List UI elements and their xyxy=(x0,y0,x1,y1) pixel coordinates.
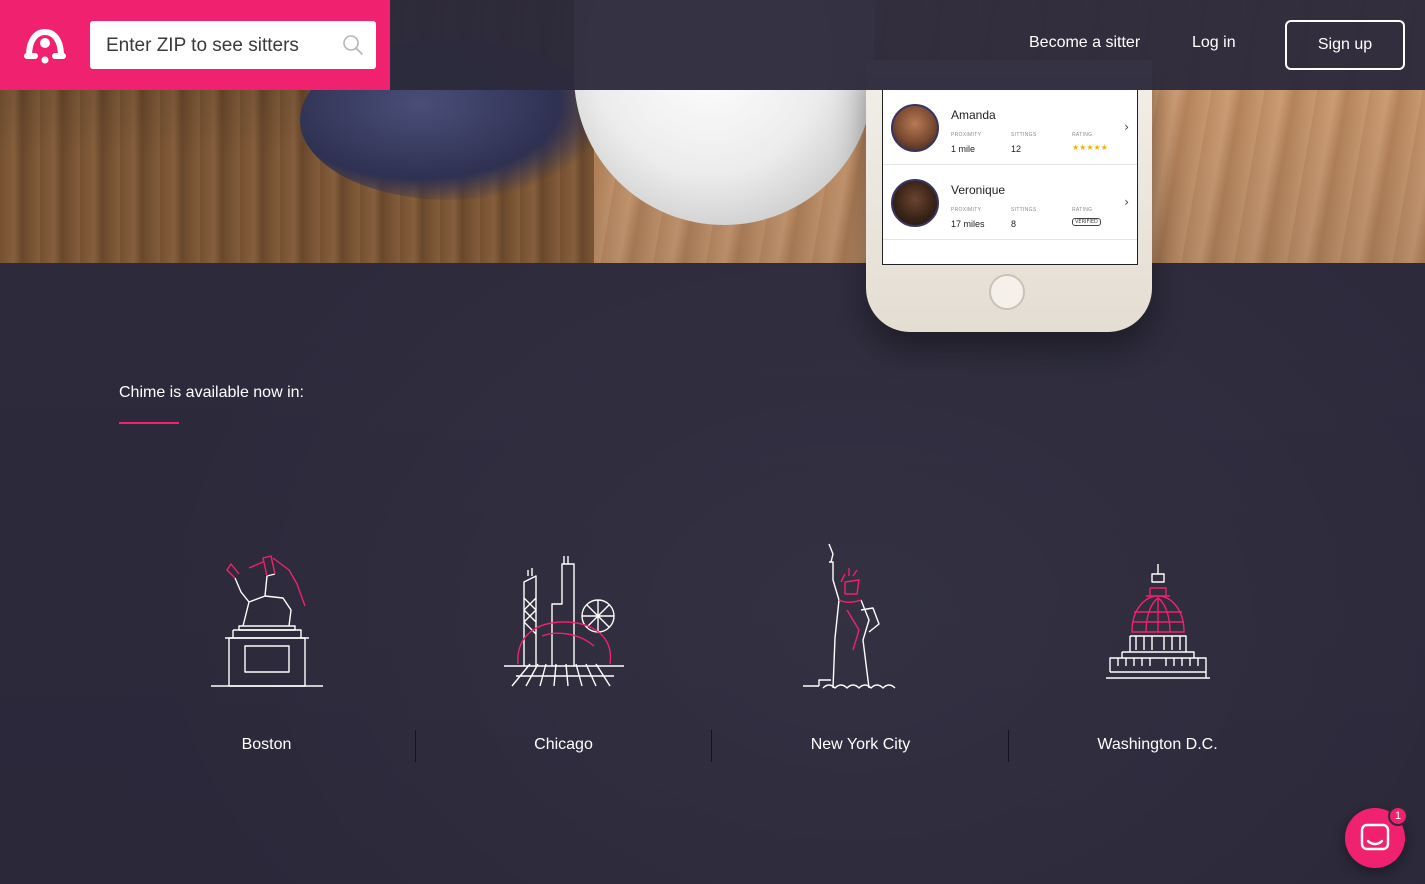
sittings-value: 8 xyxy=(1011,219,1017,229)
chime-logo-icon[interactable] xyxy=(24,26,66,64)
rating-label: RATING xyxy=(1072,132,1093,138)
capitol-building-icon xyxy=(1106,564,1210,679)
availability-heading: Chime is available now in: xyxy=(119,384,304,401)
city-washington[interactable]: Washington D.C. xyxy=(1009,540,1306,770)
zip-search-box xyxy=(90,21,376,71)
sittings-label: SITTINGS xyxy=(1011,132,1037,138)
city-name: Chicago xyxy=(534,736,593,753)
notification-badge: 1 xyxy=(1388,806,1408,826)
city-boston[interactable]: Boston xyxy=(118,540,415,770)
proximity-label: PROXIMITY xyxy=(951,132,982,138)
top-navigation: Become a sitter Log in xyxy=(390,0,1425,90)
zip-input[interactable] xyxy=(104,21,338,71)
search-icon[interactable] xyxy=(342,34,364,56)
become-sitter-link[interactable]: Become a sitter xyxy=(1029,34,1140,52)
cloud-gate-skyline-icon xyxy=(504,556,624,687)
verified-badge: VERIFIED xyxy=(1072,218,1101,226)
heading-underline xyxy=(119,422,179,424)
proximity-value: 17 miles xyxy=(951,219,985,229)
sitter-card: Veronique PROXIMITY SITTINGS RATING 17 m… xyxy=(883,165,1137,240)
chevron-right-icon: › xyxy=(1124,195,1129,209)
proximity-label: PROXIMITY xyxy=(951,207,982,213)
phone-screen: Amanda PROXIMITY SITTINGS RATING 1 mile … xyxy=(882,90,1138,265)
city-name: Boston xyxy=(241,736,292,753)
rating-label: RATING xyxy=(1072,207,1093,213)
avatar xyxy=(891,179,939,227)
sitter-name: Veronique xyxy=(951,183,1006,197)
city-new-york[interactable]: New York City xyxy=(712,540,1009,770)
chevron-right-icon: › xyxy=(1124,120,1129,134)
city-name: New York City xyxy=(810,736,911,753)
phone-home-button xyxy=(989,274,1025,310)
rating-stars: ★★★★★ xyxy=(1072,143,1108,152)
statue-of-liberty-icon xyxy=(803,543,896,689)
log-in-link[interactable]: Log in xyxy=(1192,34,1236,52)
sign-up-button[interactable]: Sign up xyxy=(1285,20,1405,70)
sitter-card: Amanda PROXIMITY SITTINGS RATING 1 mile … xyxy=(883,90,1137,165)
proximity-value: 1 mile xyxy=(951,144,976,154)
sittings-value: 12 xyxy=(1011,144,1022,154)
equestrian-statue-icon xyxy=(211,555,323,687)
city-name: Washington D.C. xyxy=(1097,736,1218,753)
brand-header xyxy=(0,0,390,90)
city-chicago[interactable]: Chicago xyxy=(415,540,712,770)
phone-mockup: Amanda PROXIMITY SITTINGS RATING 1 mile … xyxy=(866,60,1152,332)
sitter-name: Amanda xyxy=(951,108,996,122)
sittings-label: SITTINGS xyxy=(1011,207,1037,213)
avatar xyxy=(891,104,939,152)
